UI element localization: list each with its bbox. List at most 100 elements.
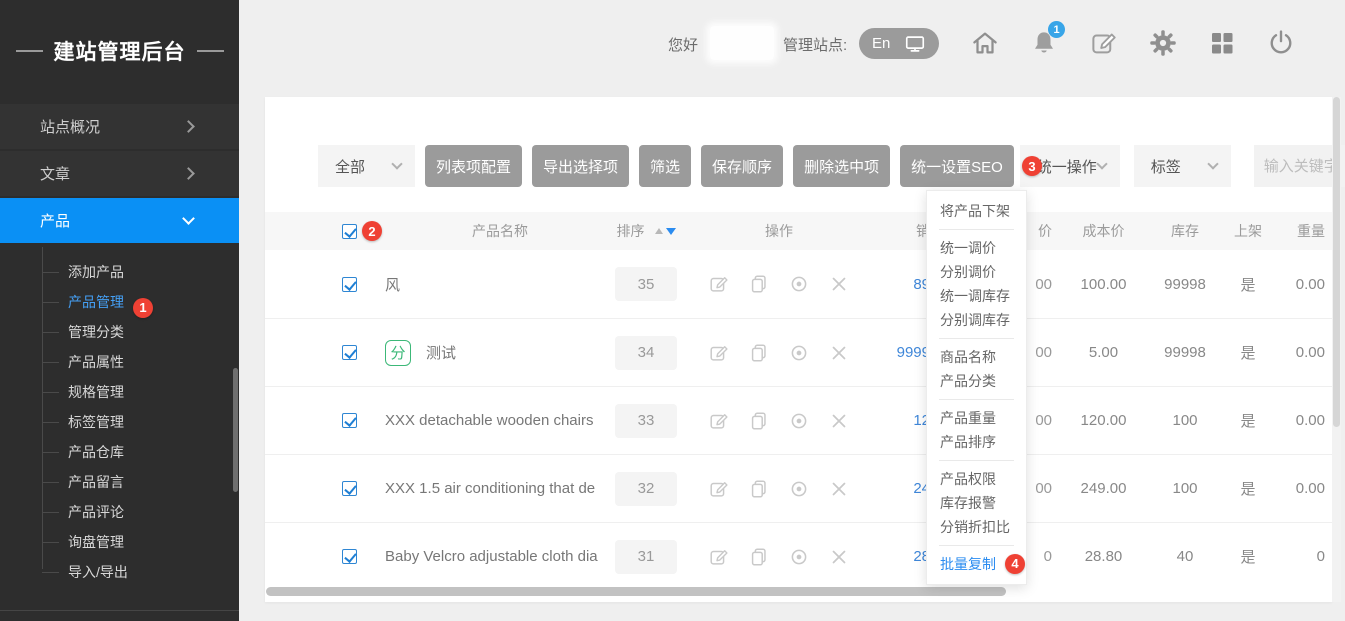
table-row: XXX 1.5 air conditioning that de 32 24 0… — [265, 454, 1332, 522]
delete-icon[interactable] — [828, 410, 850, 432]
menu-item-unified-price[interactable]: 统一调价 — [927, 236, 1026, 260]
sidebar-divider — [0, 610, 239, 611]
language-switch[interactable]: En — [859, 28, 939, 59]
edit-icon[interactable] — [708, 478, 730, 500]
edit-icon[interactable] — [708, 342, 730, 364]
submenu-item-product-messages[interactable]: 产品留言 — [0, 467, 239, 497]
chevron-down-icon — [391, 158, 402, 169]
logo-dash-left — [16, 50, 43, 52]
sidebar-item-products[interactable]: 产品 — [0, 198, 239, 243]
sidebar-item-articles[interactable]: 文章 — [0, 151, 239, 196]
sales-link[interactable]: 9999 — [897, 344, 930, 361]
edit-icon[interactable] — [708, 410, 730, 432]
row-checkbox[interactable] — [342, 549, 357, 564]
sort-value-input[interactable]: 34 — [615, 336, 677, 370]
menu-item-stock-alert[interactable]: 库存报警 — [927, 491, 1026, 515]
menu-item-separate-price[interactable]: 分别调价 — [927, 260, 1026, 284]
tag-dropdown[interactable]: 标签 — [1134, 145, 1231, 187]
submenu-item-tag-management[interactable]: 标签管理 — [0, 407, 239, 437]
on-shelf-cell: 是 — [1215, 410, 1281, 431]
submenu-item-add-product[interactable]: 添加产品 — [0, 257, 239, 287]
delete-icon[interactable] — [828, 546, 850, 568]
seo-settings-button[interactable]: 统一设置SEO — [900, 145, 1014, 187]
logout-button[interactable] — [1266, 28, 1296, 58]
vertical-scrollbar[interactable] — [1332, 97, 1341, 602]
copy-icon[interactable] — [748, 273, 770, 295]
table-row: XXX detachable wooden chairs 33 12 00 12… — [265, 386, 1332, 454]
preview-icon[interactable] — [788, 410, 810, 432]
sidebar-item-label: 产品 — [40, 210, 70, 231]
step-badge-3: 3 — [1022, 156, 1042, 176]
menu-item-product-permission[interactable]: 产品权限 — [927, 467, 1026, 491]
preview-icon[interactable] — [788, 478, 810, 500]
horizontal-scrollbar[interactable] — [266, 587, 1006, 596]
compose-button[interactable] — [1089, 28, 1119, 58]
submenu-item-product-reviews[interactable]: 产品评论 — [0, 497, 239, 527]
chevron-down-icon — [1096, 158, 1107, 169]
submenu-item-product-management[interactable]: 产品管理1 — [0, 287, 239, 317]
delete-icon[interactable] — [828, 478, 850, 500]
header-cost-price: 成本价 — [1052, 221, 1155, 241]
select-all-checkbox[interactable] — [342, 224, 357, 239]
sort-value-input[interactable]: 32 — [615, 472, 677, 506]
menu-item-product-name[interactable]: 商品名称 — [927, 345, 1026, 369]
row-checkbox[interactable] — [342, 277, 357, 292]
copy-icon[interactable] — [748, 410, 770, 432]
menu-item-separate-stock[interactable]: 分别调库存 — [927, 308, 1026, 332]
vertical-scrollbar-thumb[interactable] — [1333, 97, 1340, 427]
row-checkbox[interactable] — [342, 481, 357, 496]
content-panel: 全部 列表项配置 导出选择项 筛选 保存顺序 删除选中项 统一设置SEO 统一操… — [265, 97, 1332, 602]
sort-value-input[interactable]: 35 — [615, 267, 677, 301]
delete-icon[interactable] — [828, 273, 850, 295]
home-button[interactable] — [970, 28, 1000, 58]
header-on-shelf: 上架 — [1215, 221, 1281, 241]
row-checkbox[interactable] — [342, 413, 357, 428]
row-checkbox[interactable] — [342, 345, 357, 360]
header-operations: 操作 — [677, 221, 881, 241]
submenu-item-import-export[interactable]: 导入/导出 — [0, 557, 239, 587]
sidebar-item-site-overview[interactable]: 站点概况 — [0, 104, 239, 149]
filter-button[interactable]: 筛选 — [639, 145, 691, 187]
preview-icon[interactable] — [788, 342, 810, 364]
sort-value-input[interactable]: 33 — [615, 404, 677, 438]
submenu-item-product-warehouse[interactable]: 产品仓库 — [0, 437, 239, 467]
menu-item-product-category[interactable]: 产品分类 — [927, 369, 1026, 393]
filter-all-dropdown[interactable]: 全部 — [318, 145, 415, 187]
copy-icon[interactable] — [748, 478, 770, 500]
menu-item-batch-copy[interactable]: 批量复制 4 — [927, 552, 1026, 576]
submenu-item-manage-categories[interactable]: 管理分类 — [0, 317, 239, 347]
cost-cell: 249.00 — [1052, 480, 1155, 497]
menu-item-product-sort[interactable]: 产品排序 — [927, 430, 1026, 454]
submenu-item-product-attributes[interactable]: 产品属性 — [0, 347, 239, 377]
table-row: Baby Velcro adjustable cloth dia 31 28 0… — [265, 522, 1332, 590]
product-name: 测试 — [426, 342, 456, 363]
apps-grid-button[interactable] — [1207, 28, 1237, 58]
username-redacted — [710, 26, 774, 60]
menu-item-product-weight[interactable]: 产品重量 — [927, 406, 1026, 430]
edit-icon[interactable] — [708, 546, 730, 568]
menu-item-unified-stock[interactable]: 统一调库存 — [927, 284, 1026, 308]
copy-icon[interactable] — [748, 546, 770, 568]
step-badge-1: 1 — [133, 298, 153, 318]
save-order-button[interactable]: 保存顺序 — [701, 145, 783, 187]
preview-icon[interactable] — [788, 546, 810, 568]
submenu-item-spec-management[interactable]: 规格管理 — [0, 377, 239, 407]
copy-icon[interactable] — [748, 342, 770, 364]
sort-asc-icon[interactable] — [655, 228, 663, 234]
delete-selected-button[interactable]: 删除选中项 — [793, 145, 890, 187]
submenu-item-inquiry-management[interactable]: 询盘管理 — [0, 527, 239, 557]
stock-cell: 40 — [1155, 548, 1215, 565]
menu-item-take-down[interactable]: 将产品下架 — [927, 199, 1026, 223]
sort-desc-icon[interactable] — [666, 228, 676, 235]
delete-icon[interactable] — [828, 342, 850, 364]
list-config-button[interactable]: 列表项配置 — [425, 145, 522, 187]
sidebar-scrollbar[interactable] — [233, 368, 238, 492]
export-selected-button[interactable]: 导出选择项 — [532, 145, 629, 187]
preview-icon[interactable] — [788, 273, 810, 295]
stock-cell: 99998 — [1155, 344, 1215, 361]
sort-value-input[interactable]: 31 — [615, 540, 677, 574]
settings-button[interactable] — [1148, 28, 1178, 58]
menu-divider — [939, 545, 1014, 546]
menu-item-distribution-discount[interactable]: 分销折扣比 — [927, 515, 1026, 539]
edit-icon[interactable] — [708, 273, 730, 295]
